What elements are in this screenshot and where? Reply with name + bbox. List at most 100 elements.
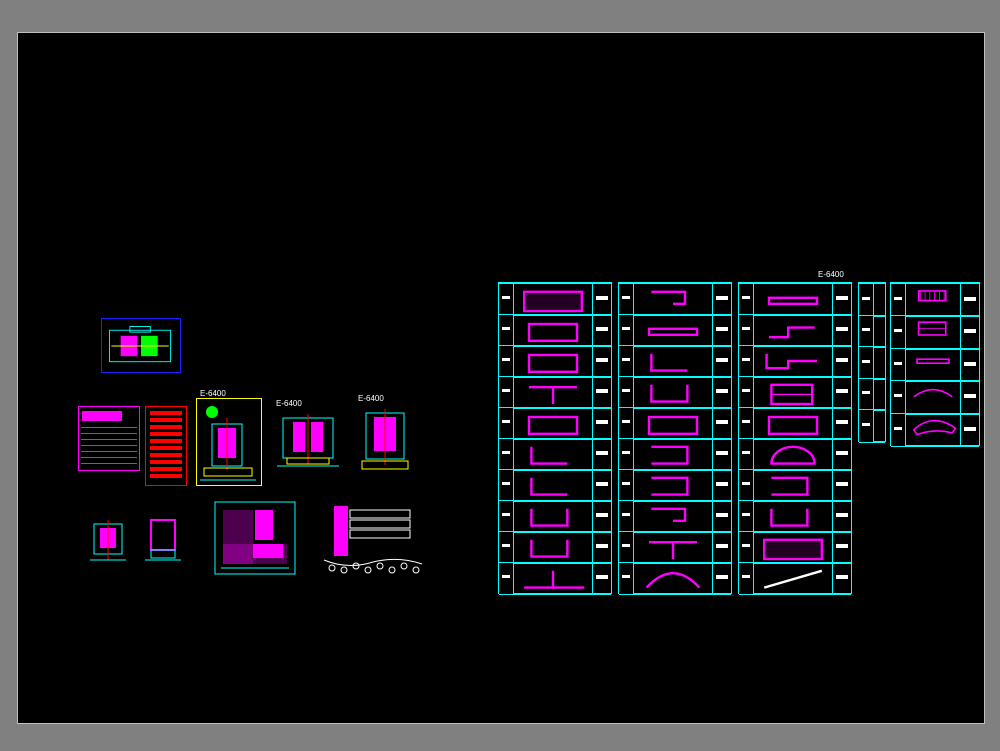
- catalog-cat-1[interactable]: [498, 282, 612, 594]
- catalog-row[interactable]: [619, 469, 731, 502]
- catalog-row[interactable]: [619, 438, 731, 471]
- detail-assembly[interactable]: [101, 318, 181, 373]
- catalog-row[interactable]: [499, 531, 611, 564]
- catalog-cat-3[interactable]: [738, 282, 852, 594]
- catalog-row[interactable]: [619, 407, 731, 440]
- catalog-row[interactable]: [739, 562, 851, 595]
- row-code: [832, 501, 851, 532]
- row-code: [832, 532, 851, 563]
- row-code: [712, 532, 731, 563]
- row-code: [832, 284, 851, 315]
- detail-section-a[interactable]: [196, 398, 262, 486]
- catalog-row[interactable]: [619, 531, 731, 564]
- catalog-cat-4[interactable]: [858, 282, 886, 442]
- catalog-row[interactable]: [619, 376, 731, 409]
- row-index: [499, 346, 514, 377]
- detail-corner[interactable]: [213, 500, 298, 578]
- profile-cell: [514, 284, 592, 315]
- catalog-cat-2[interactable]: [618, 282, 732, 594]
- legend[interactable]: [145, 406, 187, 486]
- detail-section-c[interactable]: [356, 403, 416, 476]
- profile-cell: [634, 315, 712, 346]
- profile-cell: [634, 408, 712, 439]
- row-index: [619, 532, 634, 563]
- row-code: [712, 470, 731, 501]
- catalog-row[interactable]: [739, 376, 851, 409]
- catalog-row[interactable]: [499, 469, 611, 502]
- catalog-row[interactable]: [499, 562, 611, 595]
- small-1-drawing: [88, 516, 130, 566]
- row-index: [739, 439, 754, 470]
- catalog-row[interactable]: [499, 438, 611, 471]
- catalog-row[interactable]: [891, 348, 979, 382]
- catalog-row[interactable]: [891, 283, 979, 317]
- catalog-row[interactable]: [859, 378, 885, 412]
- catalog-row[interactable]: [739, 283, 851, 316]
- corner-drawing: [213, 500, 298, 578]
- profile-cell: [754, 315, 832, 346]
- catalog-row[interactable]: [499, 407, 611, 440]
- catalog-row[interactable]: [739, 500, 851, 533]
- catalog-row[interactable]: [619, 345, 731, 378]
- catalog-row[interactable]: [859, 283, 885, 317]
- detail-sill[interactable]: [318, 500, 428, 580]
- row-code: [960, 349, 979, 381]
- catalog-row[interactable]: [891, 315, 979, 349]
- row-code: [960, 316, 979, 348]
- row-code: [712, 284, 731, 315]
- profile-cell: [754, 532, 832, 563]
- title-block[interactable]: [78, 406, 140, 471]
- row-index: [499, 439, 514, 470]
- catalog-row[interactable]: [739, 407, 851, 440]
- detail-small-2[interactable]: [143, 514, 185, 564]
- catalog-cat-5[interactable]: [890, 282, 980, 446]
- catalog-row[interactable]: [739, 438, 851, 471]
- row-code: [592, 470, 611, 501]
- row-code: [832, 439, 851, 470]
- row-index: [619, 501, 634, 532]
- catalog-row[interactable]: [739, 314, 851, 347]
- row-index: [619, 563, 634, 594]
- catalog-row[interactable]: [859, 315, 885, 349]
- catalog-row[interactable]: [619, 500, 731, 533]
- detail-section-b[interactable]: [273, 408, 345, 474]
- catalog-row[interactable]: [739, 531, 851, 564]
- row-code: [592, 501, 611, 532]
- row-code: [832, 346, 851, 377]
- row-code: [712, 315, 731, 346]
- catalog-row[interactable]: [499, 500, 611, 533]
- label-series-a: E-6400: [200, 389, 226, 398]
- profile-cell: [634, 346, 712, 377]
- label-series-c: E-6400: [358, 394, 384, 403]
- catalog-row[interactable]: [619, 283, 731, 316]
- catalog-row[interactable]: [891, 413, 979, 447]
- catalog-row[interactable]: [891, 380, 979, 414]
- profile-cell: [514, 470, 592, 501]
- row-index: [739, 315, 754, 346]
- catalog-row[interactable]: [499, 376, 611, 409]
- row-code: [592, 532, 611, 563]
- catalog-row[interactable]: [739, 345, 851, 378]
- section-c-drawing: [356, 403, 416, 476]
- detail-small-1[interactable]: [88, 516, 130, 566]
- catalog-row[interactable]: [499, 283, 611, 316]
- profile-cell: [514, 563, 592, 594]
- row-code: [712, 346, 731, 377]
- catalog-row[interactable]: [619, 314, 731, 347]
- model-space[interactable]: E-6400 E-6400 E-6400 E-6400: [18, 33, 984, 723]
- catalog-row[interactable]: [499, 314, 611, 347]
- catalog-row[interactable]: [739, 469, 851, 502]
- row-index: [739, 408, 754, 439]
- catalog-row[interactable]: [499, 345, 611, 378]
- profile-cell: [514, 408, 592, 439]
- row-index: [739, 532, 754, 563]
- row-index: [499, 501, 514, 532]
- profile-cell: [634, 563, 712, 594]
- catalog-row[interactable]: [859, 346, 885, 380]
- row-code: [832, 408, 851, 439]
- catalog-row[interactable]: [619, 562, 731, 595]
- catalog-row[interactable]: [859, 409, 885, 443]
- profile-cell: [906, 316, 960, 348]
- profile-cell: [754, 346, 832, 377]
- row-index: [891, 349, 906, 381]
